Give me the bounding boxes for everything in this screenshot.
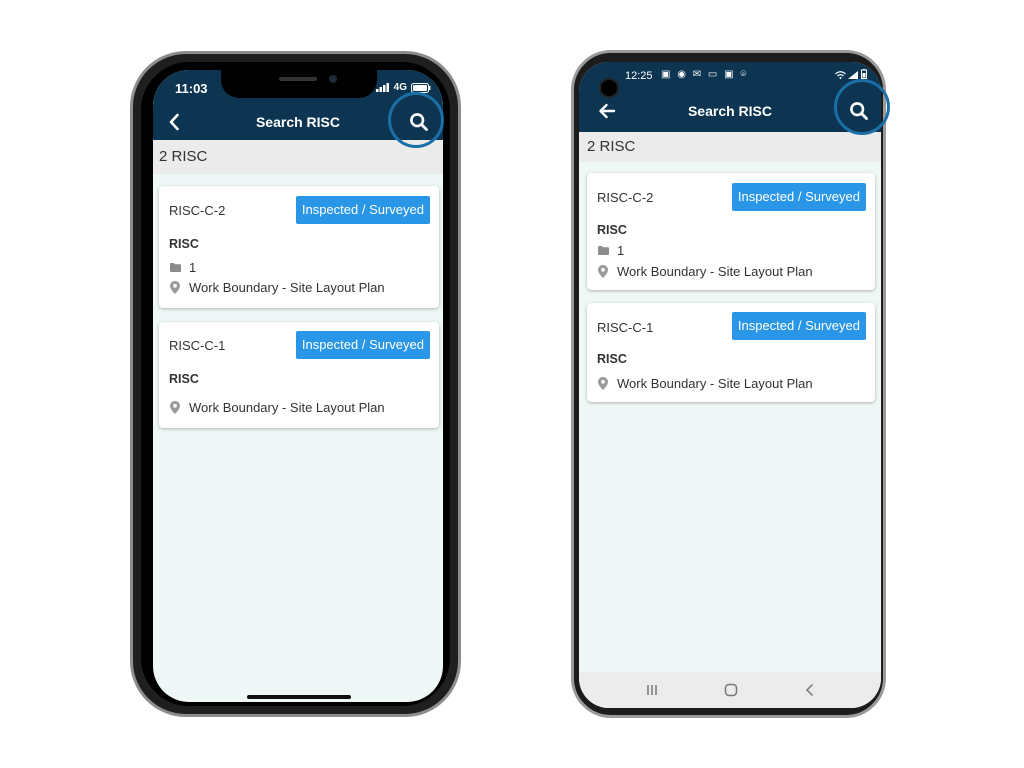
status-badge: Inspected / Surveyed: [731, 312, 866, 340]
back-icon[interactable]: [800, 680, 820, 700]
notification-icons: ▣ ◉ ✉ ▭ ▣ ⌾: [661, 69, 749, 80]
risc-code: RISC-C-1: [169, 338, 226, 353]
location-text: Work Boundary - Site Layout Plan: [617, 264, 813, 279]
folder-icon: [597, 246, 609, 255]
status-indicators: 4G: [375, 82, 431, 93]
android-frame: 12:25 ▣ ◉ ✉ ▭ ▣ ⌾ Search RISC 2 RISC RIS…: [571, 50, 890, 718]
location-row: Work Boundary - Site Layout Plan: [597, 376, 813, 391]
front-camera: [329, 75, 337, 83]
location-pin-icon: [170, 401, 180, 414]
signal-icon: [848, 71, 859, 79]
iphone-screen: 11:03 4G Search RISC 2 RISC RISC-C-2 Ins…: [153, 70, 443, 702]
status-badge: Inspected / Surveyed: [295, 331, 430, 359]
folder-icon: [169, 263, 181, 272]
search-highlight-ring: [388, 92, 444, 148]
risc-card[interactable]: RISC-C-1 Inspected / Surveyed RISC Work …: [159, 322, 439, 428]
location-pin-icon: [170, 281, 180, 294]
location-row: Work Boundary - Site Layout Plan: [169, 400, 385, 415]
location-text: Work Boundary - Site Layout Plan: [617, 376, 813, 391]
folder-row: 1: [597, 243, 624, 258]
android-screen: 12:25 ▣ ◉ ✉ ▭ ▣ ⌾ Search RISC 2 RISC RIS…: [579, 62, 881, 708]
recents-icon[interactable]: [642, 680, 662, 700]
risc-code: RISC-C-2: [169, 203, 226, 218]
home-icon[interactable]: [721, 680, 741, 700]
speaker: [279, 77, 317, 81]
location-text: Work Boundary - Site Layout Plan: [189, 280, 385, 295]
folder-count: 1: [617, 243, 625, 258]
risc-type: RISC: [597, 223, 627, 237]
system-navbar: [579, 672, 881, 708]
status-badge: Inspected / Surveyed: [295, 196, 430, 224]
location-text: Work Boundary - Site Layout Plan: [189, 400, 385, 415]
notch: [221, 70, 377, 98]
iphone-frame: 11:03 4G Search RISC 2 RISC RISC-C-2 Ins…: [130, 51, 461, 717]
status-time: 11:03: [175, 81, 208, 96]
risc-card[interactable]: RISC-C-2 Inspected / Surveyed RISC 1 Wor…: [587, 173, 875, 290]
result-count: 2 RISC: [579, 132, 881, 162]
risc-code: RISC-C-1: [597, 320, 654, 335]
signal-icon: [375, 83, 389, 92]
battery-icon: [411, 82, 431, 93]
status-badge: Inspected / Surveyed: [731, 183, 866, 211]
risc-type: RISC: [597, 352, 627, 366]
search-highlight-ring: [834, 79, 890, 135]
network-type: 4G: [393, 82, 407, 93]
battery-icon: [861, 69, 867, 79]
location-pin-icon: [598, 377, 608, 390]
folder-count: 1: [189, 260, 197, 275]
risc-code: RISC-C-2: [597, 190, 654, 205]
risc-type: RISC: [169, 237, 199, 251]
wifi-icon: [835, 71, 846, 79]
risc-card[interactable]: RISC-C-2 Inspected / Surveyed RISC 1 Wor…: [159, 186, 439, 308]
location-pin-icon: [598, 265, 608, 278]
location-row: Work Boundary - Site Layout Plan: [169, 280, 385, 295]
result-count: 2 RISC: [153, 140, 443, 174]
location-row: Work Boundary - Site Layout Plan: [597, 264, 813, 279]
folder-row: 1: [169, 260, 196, 275]
risc-card[interactable]: RISC-C-1 Inspected / Surveyed RISC Work …: [587, 303, 875, 402]
home-indicator[interactable]: [247, 695, 351, 699]
punch-hole-camera: [599, 78, 619, 98]
status-time: 12:25: [625, 70, 653, 82]
risc-type: RISC: [169, 372, 199, 386]
